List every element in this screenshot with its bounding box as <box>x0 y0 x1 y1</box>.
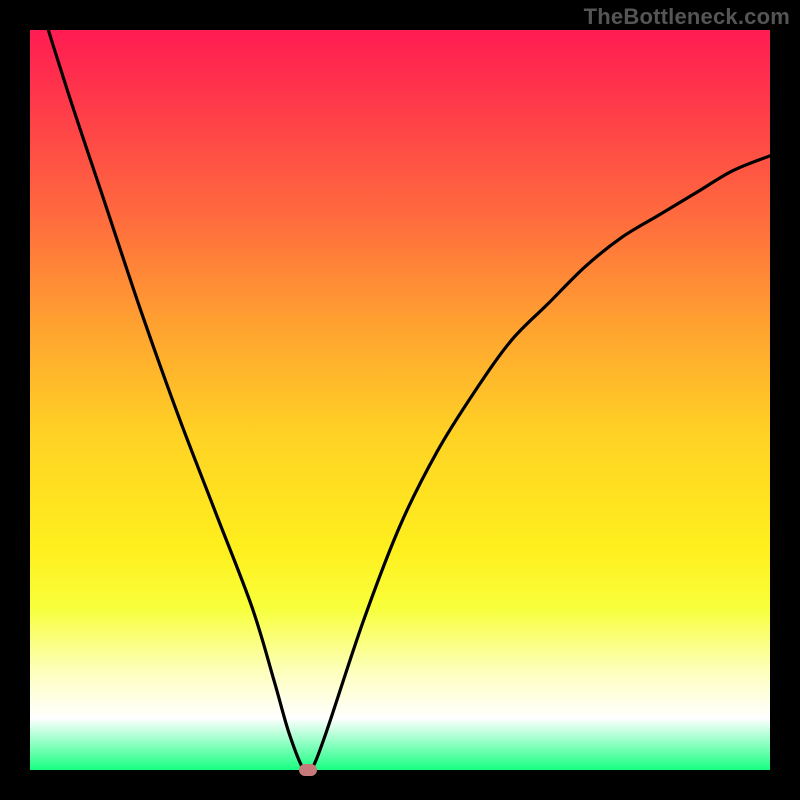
chart-frame: TheBottleneck.com <box>0 0 800 800</box>
plot-area <box>30 30 770 770</box>
watermark-text: TheBottleneck.com <box>584 4 790 30</box>
bottleneck-curve <box>30 30 770 770</box>
optimum-marker <box>299 764 317 776</box>
